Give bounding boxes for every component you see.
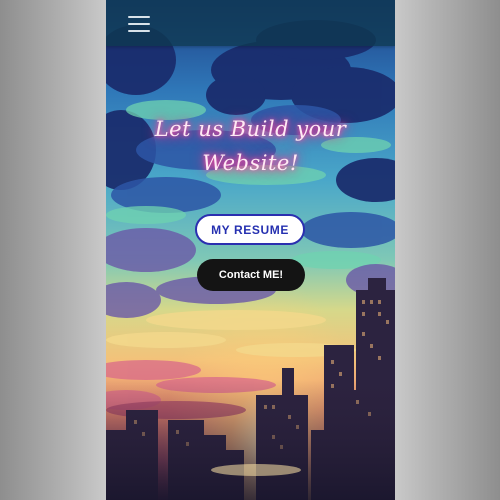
headline-line-1: Let us Build your (154, 117, 347, 141)
hamburger-menu-icon[interactable] (128, 14, 150, 34)
phone-screen: Let us Build your Website! MY RESUME Con… (106, 0, 395, 500)
contact-me-button[interactable]: Contact ME! (197, 259, 305, 291)
top-navigation-bar (106, 0, 395, 46)
hero-headline: Let us Build your Website! (126, 112, 375, 180)
my-resume-button[interactable]: MY RESUME (195, 214, 305, 245)
hero-background-illustration (106, 0, 395, 500)
headline-line-2: Website! (202, 151, 299, 175)
